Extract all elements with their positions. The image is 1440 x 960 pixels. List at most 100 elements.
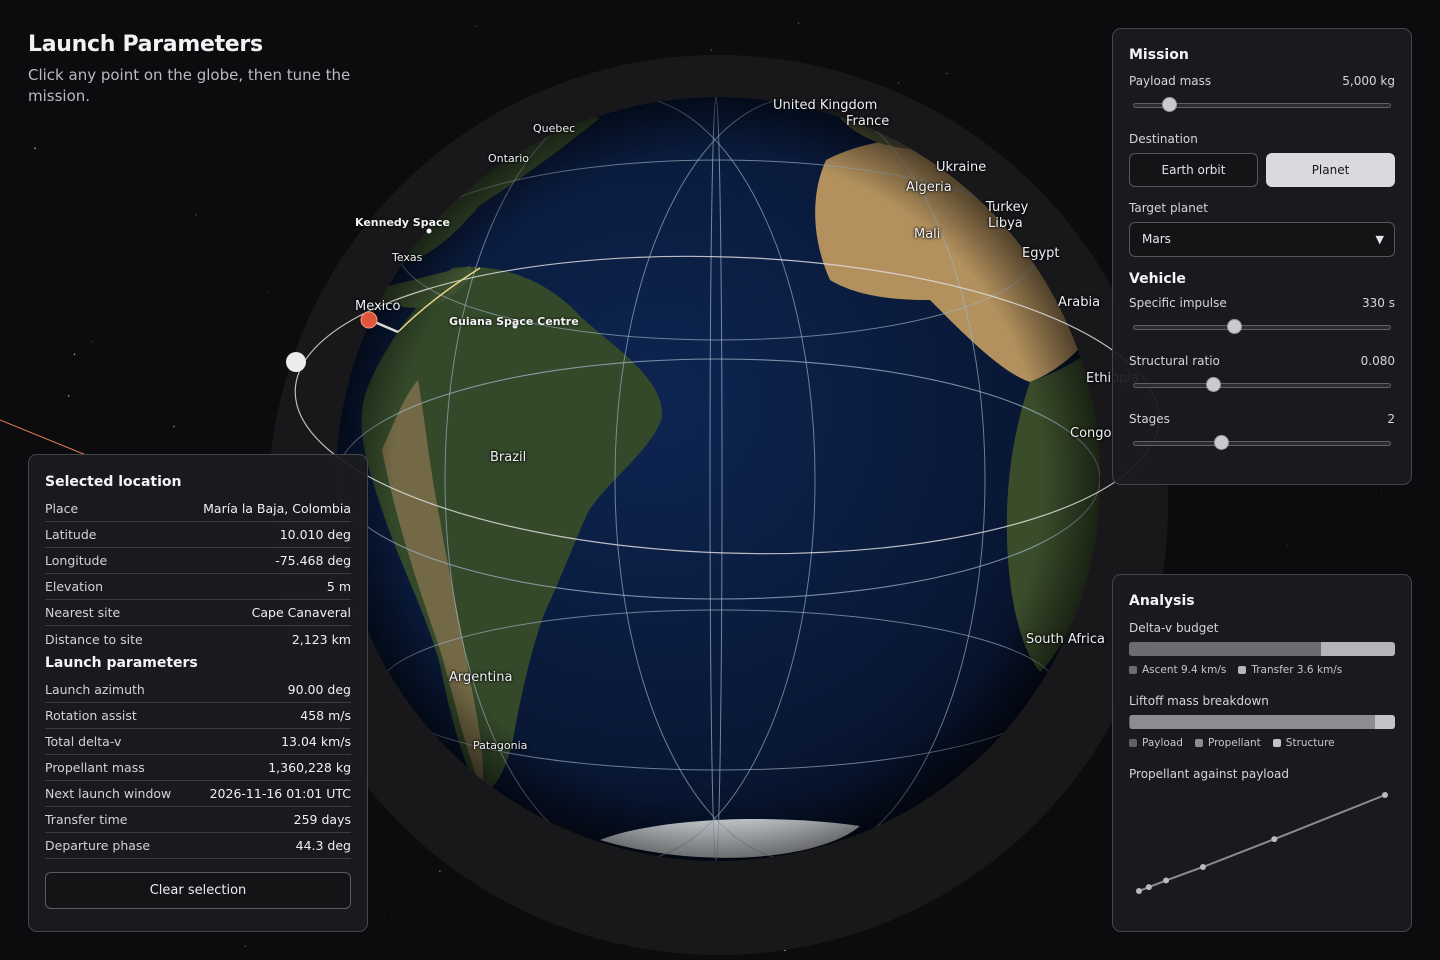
location-row: Latitude 10.010 deg [45,522,351,548]
mass-breakdown-bar [1129,715,1395,729]
launch-value: 458 m/s [300,708,351,723]
globe-region-label: Mali [914,227,941,242]
launch-row: Launch azimuth 90.00 deg [45,677,351,703]
launch-row: Departure phase 44.3 deg [45,833,351,859]
launch-row: Transfer time 259 days [45,807,351,833]
struct-row: Structural ratio 0.080 [1129,354,1395,368]
site-dot-kennedy[interactable] [426,228,432,234]
propellant-payload-chart [1136,792,1388,894]
location-row: Distance to site 2,123 km [45,626,351,652]
mass-propellant-segment [1130,715,1376,729]
propellant-curve-label: Propellant against payload [1129,767,1289,781]
mission-title: Mission [1129,47,1189,63]
stages-value: 2 [1387,412,1395,426]
destination-planet-button[interactable]: Planet [1266,153,1395,187]
propellant-data-point [1271,836,1278,843]
delta-v-bar [1129,642,1395,656]
location-value: 5 m [326,579,351,594]
launch-value: 13.04 km/s [281,734,351,749]
isp-slider[interactable] [1133,319,1391,334]
globe-region-label: Egypt [1022,246,1060,261]
selected-location-title: Selected location [45,474,182,490]
spacecraft-marker [286,352,306,372]
propellant-data-point [1163,877,1170,884]
isp-slider-thumb[interactable] [1226,319,1242,334]
stages-row: Stages 2 [1129,412,1395,426]
struct-slider-thumb[interactable] [1205,377,1221,392]
legend-swatch [1129,739,1137,747]
launch-site-label[interactable]: Guiana Space Centre [449,315,579,328]
launch-row: Rotation assist 458 m/s [45,703,351,729]
struct-value: 0.080 [1360,354,1395,368]
mass-breakdown-label: Liftoff mass breakdown [1129,694,1269,708]
payload-slider-thumb[interactable] [1162,97,1178,112]
launch-key: Departure phase [45,838,151,853]
launch-site-label[interactable]: Kennedy Space [355,216,450,229]
propellant-data-point [1382,792,1388,798]
legend-propellant: Propellant [1194,737,1261,749]
delta-v-ascent-segment [1129,642,1322,656]
chevron-down-icon: ▼ [1375,233,1384,246]
target-planet-value: Mars [1142,232,1171,246]
location-row: Elevation 5 m [45,574,351,600]
legend-structure: Structure [1272,737,1335,749]
launch-key: Propellant mass [45,760,145,775]
launch-rows: Launch azimuth 90.00 deg Rotation assist 45… [45,677,351,859]
payload-value: 5,000 kg [1342,74,1395,88]
payload-row: Payload mass 5,000 kg [1129,74,1395,88]
launch-parameters-title: Launch parameters [45,655,198,671]
location-key: Elevation [45,579,104,594]
globe-region-label: South Africa [1026,632,1105,647]
legend-swatch [1129,666,1137,674]
destination-earth-orbit-button[interactable]: Earth orbit [1129,153,1258,187]
launch-value: 259 days [293,812,351,827]
globe-region-label: Quebec [533,122,576,135]
legend-ascent: Ascent 9.4 km/s [1129,664,1226,676]
isp-row: Specific impulse 330 s [1129,296,1395,310]
globe-region-label: France [846,114,890,129]
location-row: Nearest site Cape Canaveral [45,600,351,626]
legend-propellant-label: Propellant [1207,737,1261,749]
propellant-data-point [1136,888,1142,894]
struct-slider[interactable] [1133,377,1391,392]
launch-key: Launch azimuth [45,682,145,697]
globe-region-label: Argentina [449,670,513,685]
stages-slider[interactable] [1133,435,1391,450]
location-value: Cape Canaveral [251,605,351,620]
globe-region-label: Ukraine [936,160,987,175]
location-key: Place [45,501,79,516]
globe-region-label: Brazil [490,450,527,465]
globe-region-label: Ontario [488,152,529,165]
launch-row: Propellant mass 1,360,228 kg [45,755,351,781]
legend-payload-label: Payload [1142,737,1183,749]
location-value: 2,123 km [291,631,351,647]
location-value: 10.010 deg [279,527,351,542]
launch-row: Total delta-v 13.04 km/s [45,729,351,755]
payload-label: Payload mass [1129,74,1212,88]
legend-structure-label: Structure [1285,737,1335,749]
globe-region-label: Turkey [986,200,1029,215]
vehicle-title: Vehicle [1129,271,1186,287]
globe-region-label: Texas [392,251,423,264]
legend-swatch [1194,739,1203,747]
target-planet-select[interactable]: Mars ▼ [1129,222,1395,257]
selected-location-panel: Selected location Place María la Baja, Co… [28,454,368,932]
analysis-title: Analysis [1129,593,1195,609]
location-rows: Place María la Baja, Colombia Latitude 10.0… [45,496,351,652]
mass-structure-segment [1375,715,1395,729]
globe-region-label: United Kingdom [773,98,878,113]
legend-ascent-label: Ascent 9.4 km/s [1142,664,1227,676]
launch-value: 90.00 deg [287,682,351,697]
delta-v-label: Delta-v budget [1129,621,1219,635]
page-title: Launch Parameters [28,32,263,57]
location-key: Latitude [45,527,97,542]
launch-key: Rotation assist [45,708,137,723]
globe-region-label: Algeria [906,180,952,195]
launch-marker[interactable] [360,311,378,329]
payload-slider[interactable] [1133,97,1391,112]
location-key: Longitude [45,553,108,568]
stages-slider-thumb[interactable] [1213,435,1229,450]
launch-row: Next launch window 2026-11-16 01:01 UTC [45,781,351,807]
clear-selection-button[interactable]: Clear selection [45,872,351,909]
struct-label: Structural ratio [1129,354,1220,368]
